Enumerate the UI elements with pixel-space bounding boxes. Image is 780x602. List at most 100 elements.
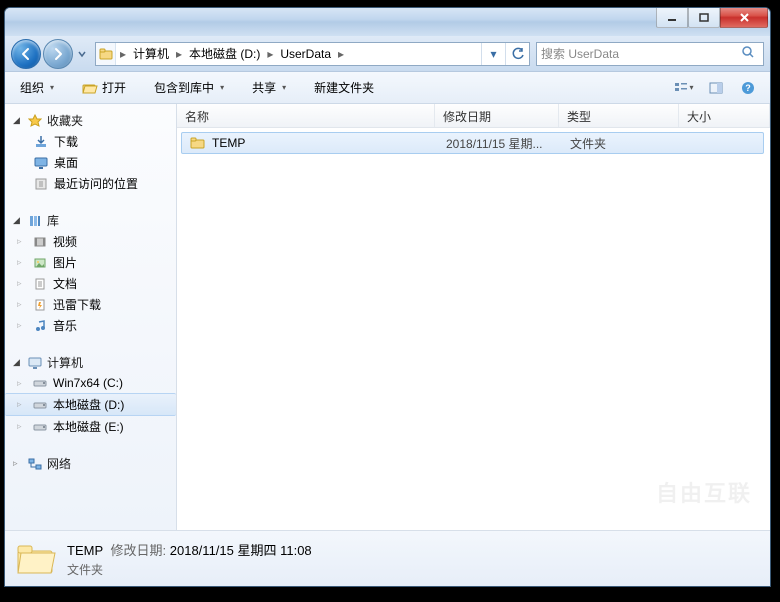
computer-label: 计算机 (47, 354, 83, 371)
network-label: 网络 (47, 455, 71, 472)
music-icon (32, 318, 48, 334)
details-type: 文件夹 (67, 561, 312, 578)
caret-right-icon[interactable]: ▸ (334, 43, 348, 65)
maximize-button[interactable] (688, 8, 720, 28)
navigation-pane: ◢ 收藏夹 下载 桌面 最近访问的位置 (5, 104, 177, 530)
pane-icon (709, 82, 723, 94)
column-type[interactable]: 类型 (559, 104, 679, 127)
titlebar (5, 8, 770, 36)
sidebar-item-drive-e[interactable]: ▹本地磁盘 (E:) (5, 416, 176, 437)
sidebar-computer[interactable]: ◢ 计算机 (5, 352, 176, 373)
forward-button[interactable] (43, 39, 73, 69)
navigation-bar: ▸ 计算机 ▸ 本地磁盘 (D:) ▸ UserData ▸ ▾ 搜索 User… (5, 36, 770, 72)
refresh-button[interactable] (505, 43, 529, 65)
drive-icon (32, 419, 48, 435)
organize-button[interactable]: 组织 (13, 75, 61, 100)
sidebar-item-documents[interactable]: ▹文档 (5, 273, 176, 294)
star-icon (27, 113, 43, 129)
open-button[interactable]: 打开 (75, 75, 133, 100)
collapse-icon: ◢ (13, 115, 23, 126)
caret-right-icon[interactable]: ▸ (116, 43, 130, 65)
libraries-label: 库 (47, 212, 59, 229)
search-placeholder: 搜索 UserData (541, 45, 619, 62)
svg-text:?: ? (745, 83, 751, 93)
network-icon (27, 456, 43, 472)
sidebar-item-label: 桌面 (54, 154, 78, 171)
view-icon (674, 82, 688, 94)
sidebar-item-label: 文档 (53, 275, 77, 292)
history-dropdown[interactable] (75, 42, 89, 66)
collapse-icon: ◢ (13, 357, 23, 368)
desktop-icon (33, 155, 49, 171)
library-icon (27, 213, 43, 229)
folder-icon (190, 135, 206, 151)
sidebar-item-recent[interactable]: 最近访问的位置 (5, 173, 176, 194)
sidebar-network[interactable]: ▹ 网络 (5, 453, 176, 474)
breadcrumb-drive[interactable]: 本地磁盘 (D:) (186, 43, 263, 65)
address-dropdown[interactable]: ▾ (481, 43, 505, 65)
sidebar-item-label: 图片 (53, 254, 77, 271)
sidebar-item-desktop[interactable]: 桌面 (5, 152, 176, 173)
file-list-pane: 名称 修改日期 类型 大小 TEMP 2018/11/15 星期... 文件夹 … (177, 104, 770, 530)
video-icon (32, 234, 48, 250)
caret-right-icon[interactable]: ▸ (172, 43, 186, 65)
new-folder-button[interactable]: 新建文件夹 (307, 75, 381, 100)
document-icon (32, 276, 48, 292)
drive-icon (32, 397, 48, 413)
sidebar-item-label: 本地磁盘 (D:) (53, 396, 124, 413)
sidebar-item-drive-d[interactable]: ▹本地磁盘 (D:) (5, 393, 176, 416)
breadcrumb-computer[interactable]: 计算机 (130, 43, 172, 65)
sidebar-item-downloads[interactable]: 下载 (5, 131, 176, 152)
sidebar-item-label: 视频 (53, 233, 77, 250)
download-icon (33, 134, 49, 150)
details-pane: TEMP 修改日期: 2018/11/15 星期四 11:08 文件夹 (5, 530, 770, 586)
details-date-value: 2018/11/15 星期四 11:08 (170, 543, 312, 558)
share-label: 共享 (252, 79, 276, 96)
sidebar-libraries[interactable]: ◢ 库 (5, 210, 176, 231)
breadcrumb-folder[interactable]: UserData (277, 43, 334, 65)
new-folder-label: 新建文件夹 (314, 79, 374, 96)
toolbar: 组织 打开 包含到库中 共享 新建文件夹 (5, 72, 770, 104)
folder-icon (98, 46, 114, 62)
sidebar-item-videos[interactable]: ▹视频 (5, 231, 176, 252)
sidebar-item-pictures[interactable]: ▹图片 (5, 252, 176, 273)
recent-icon (33, 176, 49, 192)
sidebar-item-drive-c[interactable]: ▹Win7x64 (C:) (5, 373, 176, 393)
picture-icon (32, 255, 48, 271)
close-button[interactable] (720, 8, 768, 28)
search-input[interactable]: 搜索 UserData (536, 42, 764, 66)
sidebar-item-label: 音乐 (53, 317, 77, 334)
column-date[interactable]: 修改日期 (435, 104, 559, 127)
sidebar-favorites[interactable]: ◢ 收藏夹 (5, 110, 176, 131)
share-button[interactable]: 共享 (245, 75, 293, 100)
file-date: 2018/11/15 星期... (438, 135, 562, 152)
thunder-icon (32, 297, 48, 313)
open-label: 打开 (102, 79, 126, 96)
column-size[interactable]: 大小 (679, 104, 770, 127)
sidebar-item-music[interactable]: ▹音乐 (5, 315, 176, 336)
preview-pane-button[interactable] (702, 77, 730, 99)
details-name: TEMP (67, 543, 103, 558)
column-name[interactable]: 名称 (177, 104, 435, 127)
sidebar-item-label: 本地磁盘 (E:) (53, 418, 124, 435)
file-row[interactable]: TEMP 2018/11/15 星期... 文件夹 (181, 132, 764, 154)
sidebar-item-label: 迅雷下载 (53, 296, 101, 313)
sidebar-item-thunder[interactable]: ▹迅雷下载 (5, 294, 176, 315)
organize-label: 组织 (20, 79, 44, 96)
caret-right-icon[interactable]: ▸ (263, 43, 277, 65)
sidebar-item-label: Win7x64 (C:) (53, 376, 123, 390)
help-button[interactable]: ? (734, 77, 762, 99)
back-button[interactable] (11, 39, 41, 69)
file-name: TEMP (212, 136, 245, 150)
include-in-library-button[interactable]: 包含到库中 (147, 75, 231, 100)
search-icon (741, 45, 755, 62)
collapse-icon: ◢ (13, 215, 23, 226)
file-type: 文件夹 (562, 135, 682, 152)
view-options-button[interactable] (670, 77, 698, 99)
address-bar[interactable]: ▸ 计算机 ▸ 本地磁盘 (D:) ▸ UserData ▸ ▾ (95, 42, 530, 66)
folder-large-icon (15, 538, 57, 580)
help-icon: ? (741, 81, 755, 95)
folder-open-icon (82, 80, 98, 96)
sidebar-item-label: 最近访问的位置 (54, 175, 138, 192)
minimize-button[interactable] (656, 8, 688, 28)
